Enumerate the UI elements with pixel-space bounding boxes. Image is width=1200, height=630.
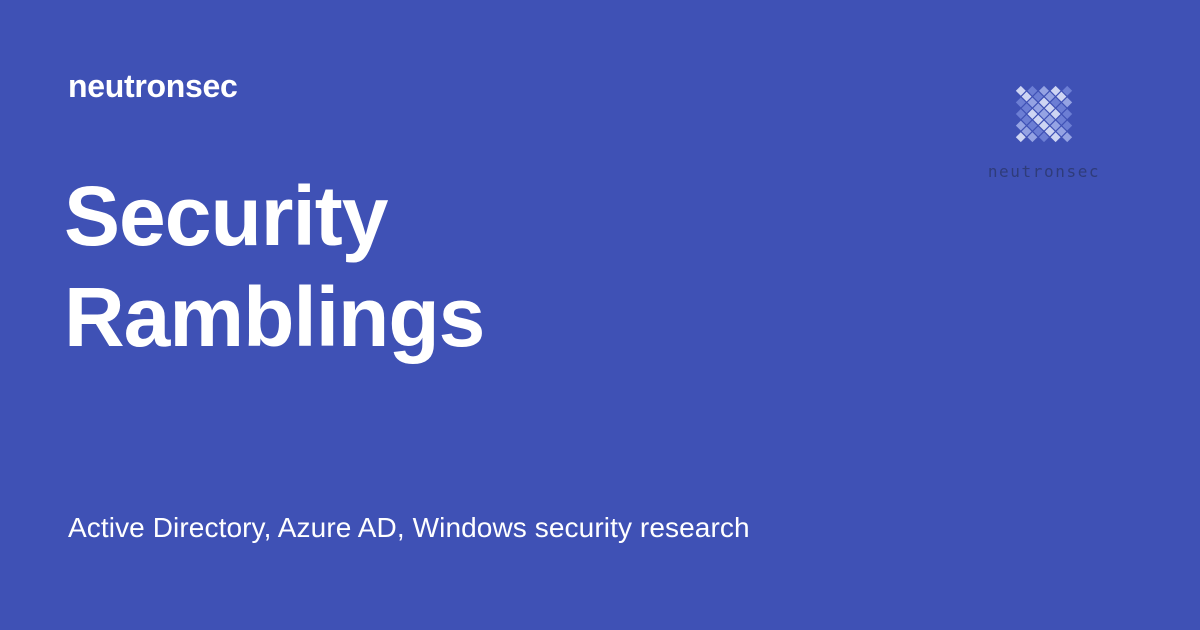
site-description: Active Directory, Azure AD, Windows secu… (68, 512, 750, 543)
social-card: neutronsec Security Ramblings Active Dir… (0, 0, 1200, 630)
title-line-1: Security (64, 169, 389, 263)
page-title: Security Ramblings (64, 166, 784, 368)
title-line-2: Ramblings (64, 270, 485, 364)
site-name: neutronsec (68, 68, 238, 104)
diamond-mosaic-logo-icon (1015, 85, 1073, 143)
brand-logo: neutronsec (980, 74, 1108, 184)
logo-wordmark: neutronsec (987, 162, 1101, 181)
